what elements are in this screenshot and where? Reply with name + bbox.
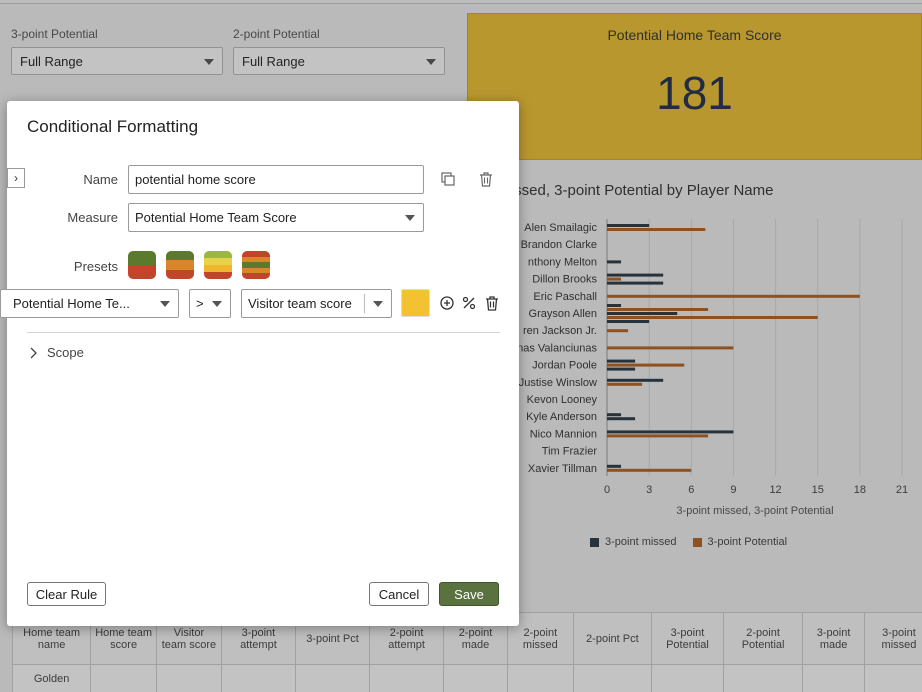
preset-swatch[interactable] bbox=[166, 251, 194, 279]
preset-band bbox=[204, 272, 232, 279]
select-divider bbox=[364, 294, 365, 313]
preset-band bbox=[166, 251, 194, 261]
save-button[interactable]: Save bbox=[439, 582, 499, 606]
chevron-down-icon bbox=[160, 301, 170, 307]
preset-band bbox=[242, 273, 270, 279]
presets-label: Presets bbox=[73, 259, 118, 274]
copy-icon[interactable] bbox=[439, 170, 457, 188]
section-divider bbox=[27, 332, 500, 333]
chevron-down-icon bbox=[373, 301, 383, 307]
preset-swatch[interactable] bbox=[204, 251, 232, 279]
percent-icon[interactable] bbox=[460, 294, 478, 312]
chevron-right-icon bbox=[30, 347, 37, 358]
dialog-title: Conditional Formatting bbox=[27, 117, 199, 136]
preset-band bbox=[128, 265, 156, 279]
measure-select[interactable]: Potential Home Team Score bbox=[128, 203, 424, 232]
name-label: Name bbox=[83, 172, 118, 187]
preset-band bbox=[166, 260, 194, 270]
scope-label: Scope bbox=[47, 345, 84, 360]
trash-icon[interactable] bbox=[477, 170, 495, 188]
preset-band bbox=[204, 258, 232, 265]
preset-band bbox=[204, 265, 232, 272]
rule-compare-select[interactable]: Visitor team score bbox=[241, 289, 392, 318]
scope-section-toggle[interactable]: Scope bbox=[29, 345, 84, 360]
cancel-button[interactable]: Cancel bbox=[369, 582, 429, 606]
rule-field-select[interactable]: Potential Home Te... bbox=[0, 289, 179, 318]
rule-operator-value: > bbox=[196, 296, 204, 311]
rule-operator-select[interactable]: > bbox=[189, 289, 231, 318]
preset-band bbox=[204, 251, 232, 258]
add-rule-icon[interactable] bbox=[438, 294, 456, 312]
preset-band bbox=[128, 251, 156, 265]
conditional-formatting-dialog: Conditional Formatting › Name potential … bbox=[0, 101, 519, 626]
preset-swatch[interactable] bbox=[128, 251, 156, 279]
chevron-down-icon bbox=[212, 301, 222, 307]
preset-swatch[interactable] bbox=[242, 251, 270, 279]
rule-color-swatch[interactable] bbox=[401, 289, 430, 317]
name-field-value: potential home score bbox=[135, 172, 256, 187]
delete-rule-icon[interactable] bbox=[483, 294, 501, 312]
preset-band bbox=[166, 269, 194, 279]
rule-compare-value: Visitor team score bbox=[248, 296, 352, 311]
name-field[interactable]: potential home score bbox=[128, 165, 424, 194]
chevron-down-icon bbox=[405, 215, 415, 221]
measure-value: Potential Home Team Score bbox=[135, 210, 297, 225]
rule-field-value: Potential Home Te... bbox=[13, 296, 130, 311]
measure-label: Measure bbox=[67, 210, 118, 225]
clear-rule-button[interactable]: Clear Rule bbox=[27, 582, 106, 606]
